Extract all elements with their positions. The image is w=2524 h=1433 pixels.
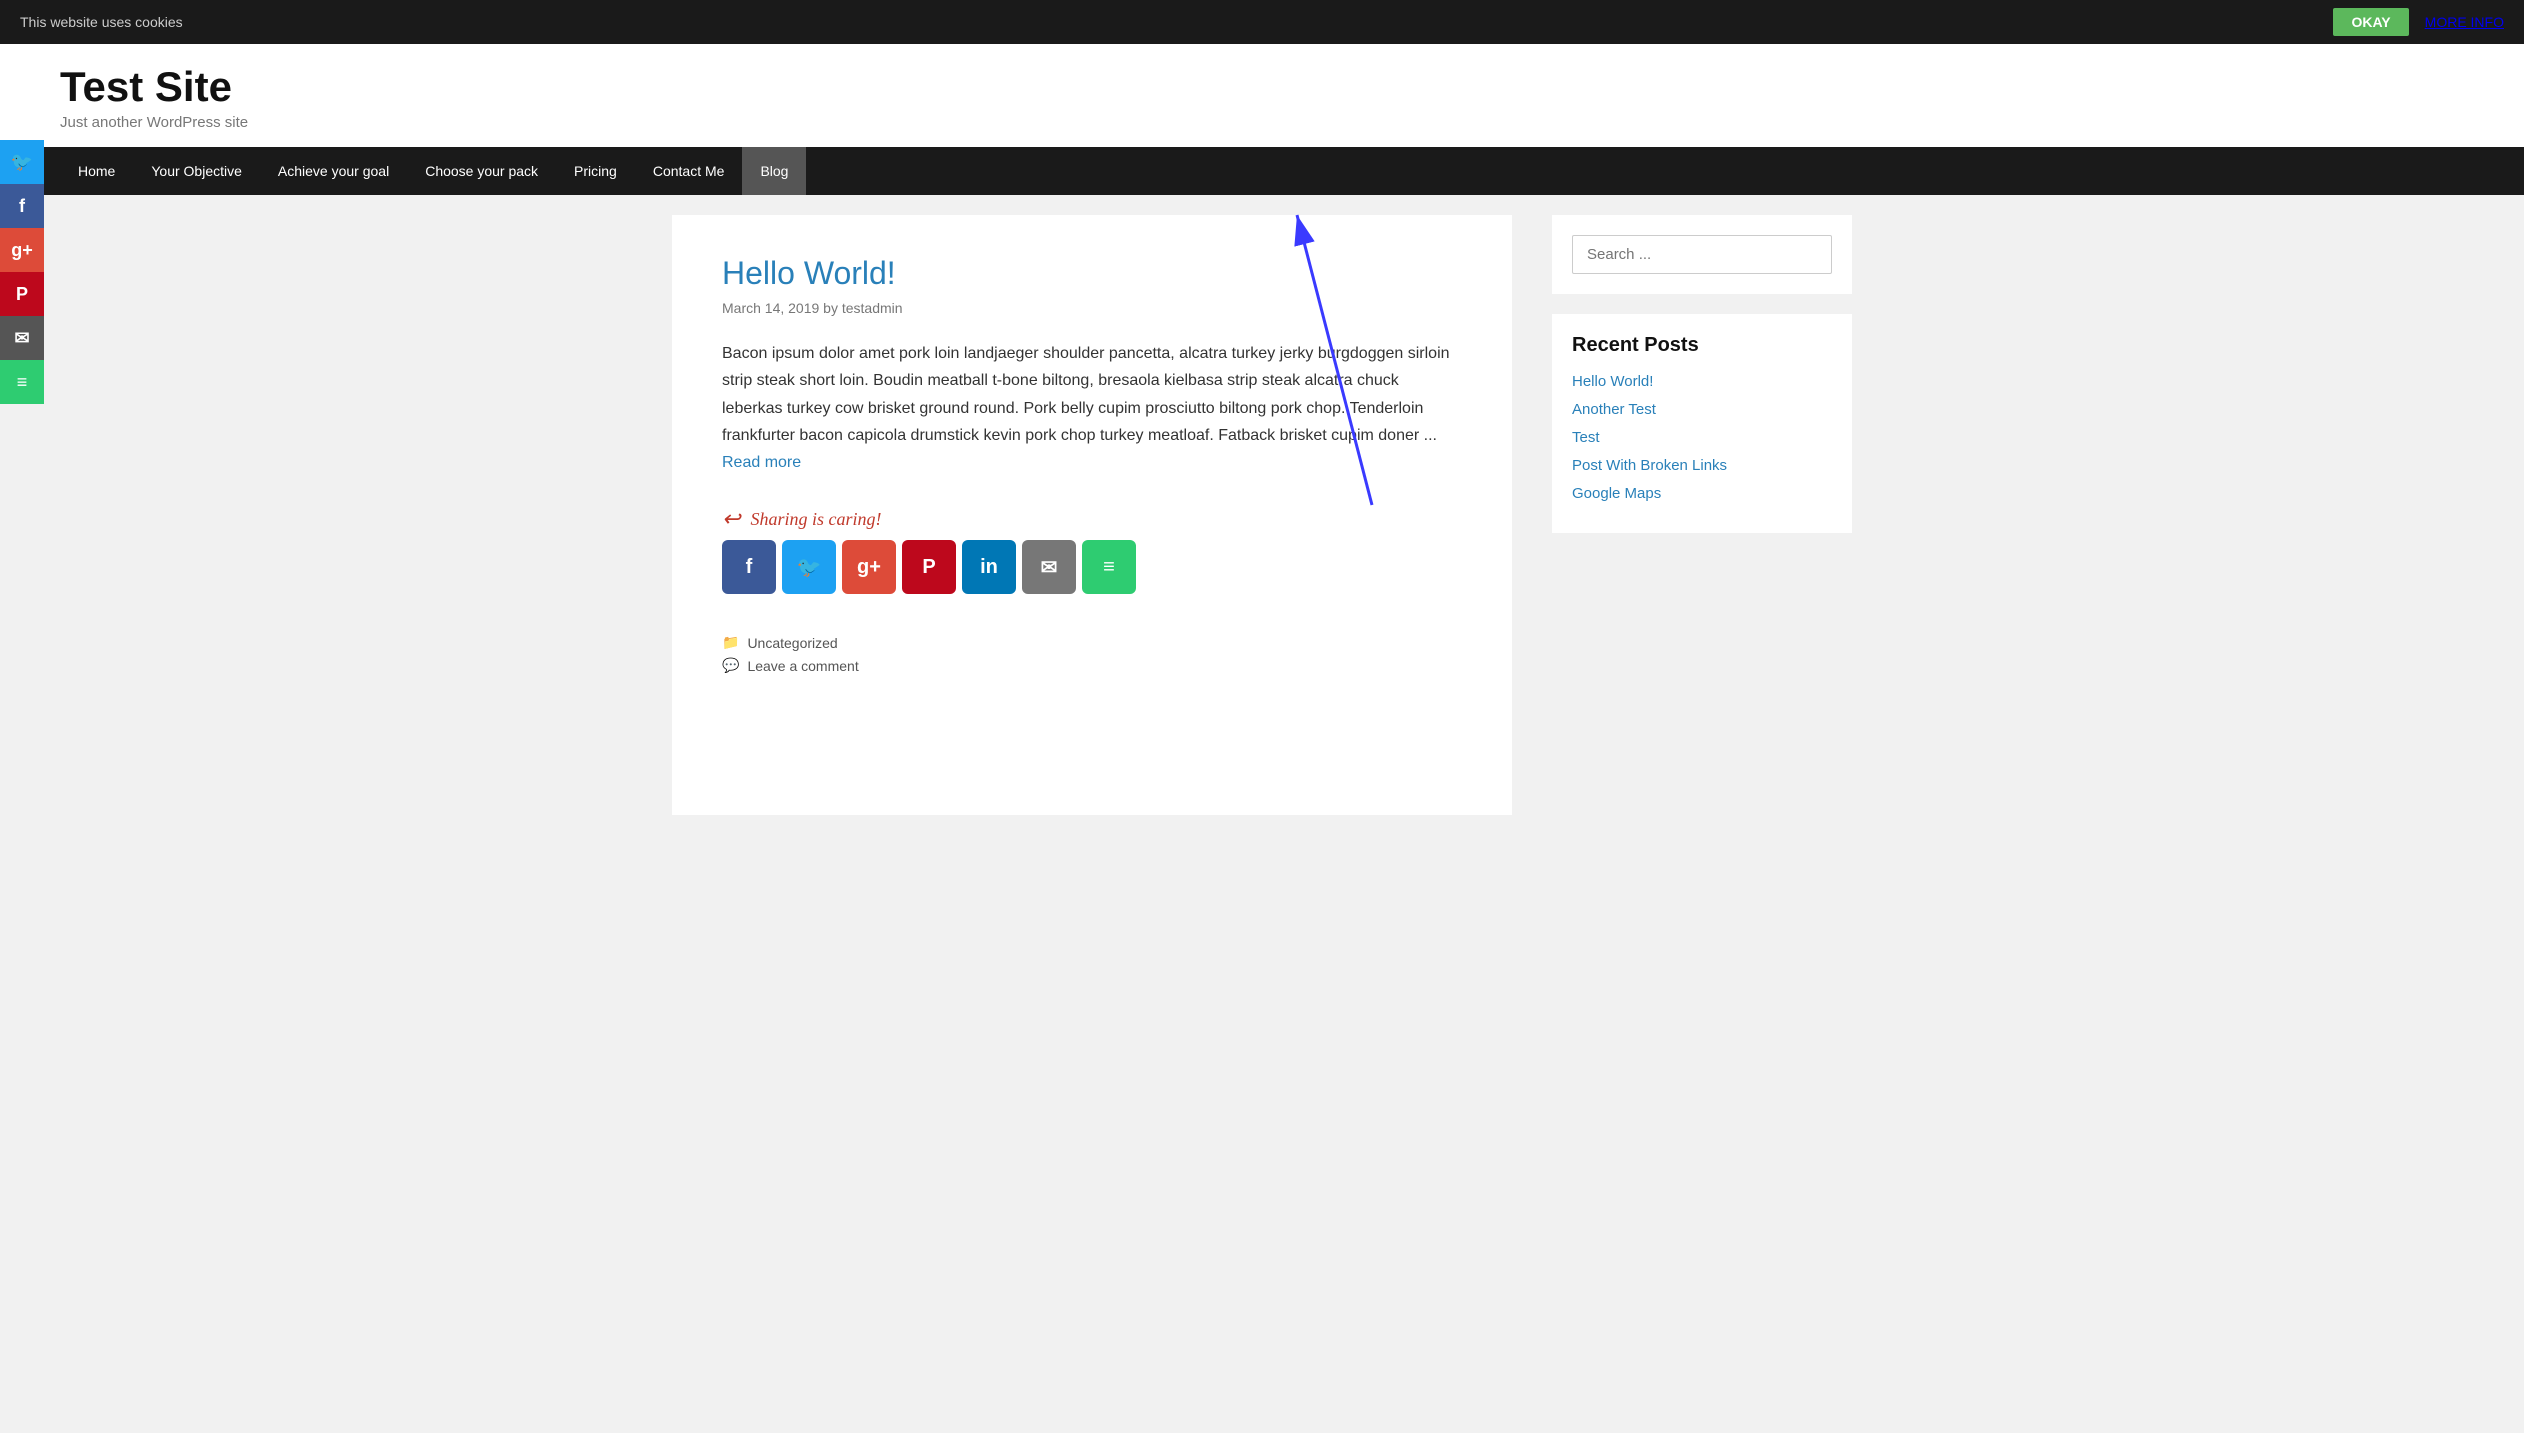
- nav-item-achieve-your-goal[interactable]: Achieve your goal: [260, 147, 407, 195]
- social-twitter-button[interactable]: 🐦: [0, 140, 44, 184]
- sidebar: Recent Posts Hello World! Another Test Tes…: [1552, 215, 1852, 815]
- sharing-section: ↩ Sharing is caring! f 🐦 g+ P in ✉ ≡: [722, 496, 1462, 604]
- recent-post-item: Another Test: [1572, 401, 1832, 419]
- leave-comment-link[interactable]: Leave a comment: [747, 658, 858, 674]
- site-title: Test Site: [60, 64, 2464, 110]
- share-buttons: f 🐦 g+ P in ✉ ≡: [722, 540, 1462, 594]
- folder-icon: [722, 634, 739, 651]
- social-pinterest-button[interactable]: P: [0, 272, 44, 316]
- recent-posts-title: Recent Posts: [1572, 334, 1832, 357]
- recent-post-item: Hello World!: [1572, 373, 1832, 391]
- social-more-button[interactable]: ≡: [0, 360, 44, 404]
- nav-item-blog[interactable]: Blog: [742, 147, 806, 195]
- recent-post-link[interactable]: Test: [1572, 429, 1600, 446]
- post-footer: Uncategorized Leave a comment: [722, 634, 1462, 674]
- cookie-okay-button[interactable]: OKAY: [2333, 8, 2408, 36]
- main-content: Hello World! March 14, 2019 by testadmin…: [672, 215, 1512, 815]
- post-category-link[interactable]: Uncategorized: [747, 635, 837, 651]
- comment-icon: [722, 657, 739, 674]
- post-title[interactable]: Hello World!: [722, 255, 1462, 292]
- nav-item-home[interactable]: Home: [60, 147, 133, 195]
- recent-post-link[interactable]: Post With Broken Links: [1572, 457, 1727, 474]
- share-linkedin-button[interactable]: in: [962, 540, 1016, 594]
- nav-item-contact-me[interactable]: Contact Me: [635, 147, 743, 195]
- nav-item-your-objective[interactable]: Your Objective: [133, 147, 260, 195]
- social-googleplus-button[interactable]: g+: [0, 228, 44, 272]
- share-more-button[interactable]: ≡: [1082, 540, 1136, 594]
- cookie-more-info-link[interactable]: MORE INFO: [2425, 14, 2504, 30]
- social-facebook-button[interactable]: f: [0, 184, 44, 228]
- recent-post-item: Post With Broken Links: [1572, 457, 1832, 475]
- recent-post-link[interactable]: Hello World!: [1572, 373, 1653, 390]
- post-content: Bacon ipsum dolor amet pork loin landjae…: [722, 340, 1462, 476]
- site-tagline: Just another WordPress site: [60, 114, 2464, 131]
- page-wrapper: Hello World! March 14, 2019 by testadmin…: [612, 195, 1912, 835]
- social-sidebar: 🐦 f g+ P ✉ ≡: [0, 140, 44, 404]
- social-email-button[interactable]: ✉: [0, 316, 44, 360]
- post-content-text: Bacon ipsum dolor amet pork loin landjae…: [722, 345, 1450, 444]
- nav-item-choose-your-pack[interactable]: Choose your pack: [407, 147, 556, 195]
- post-category-line: Uncategorized: [722, 634, 1462, 651]
- recent-posts-widget: Recent Posts Hello World! Another Test Tes…: [1552, 314, 1852, 533]
- recent-post-item: Google Maps: [1572, 485, 1832, 503]
- sharing-arrow-icon: ↩: [722, 506, 740, 532]
- sharing-label: ↩ Sharing is caring!: [722, 506, 1462, 532]
- main-nav: HomeYour ObjectiveAchieve your goalChoos…: [0, 147, 2524, 195]
- share-twitter-button[interactable]: 🐦: [782, 540, 836, 594]
- share-facebook-button[interactable]: f: [722, 540, 776, 594]
- search-input[interactable]: [1572, 235, 1832, 274]
- read-more-link[interactable]: Read more: [722, 454, 801, 471]
- post-comment-line: Leave a comment: [722, 657, 1462, 674]
- cookie-message: This website uses cookies: [20, 14, 183, 30]
- cookie-bar: This website uses cookies OKAY MORE INFO: [0, 0, 2524, 44]
- recent-post-link[interactable]: Another Test: [1572, 401, 1656, 418]
- recent-post-link[interactable]: Google Maps: [1572, 485, 1661, 502]
- post-meta: March 14, 2019 by testadmin: [722, 300, 1462, 316]
- share-googleplus-button[interactable]: g+: [842, 540, 896, 594]
- share-email-button[interactable]: ✉: [1022, 540, 1076, 594]
- sharing-label-text: Sharing is caring!: [750, 509, 881, 530]
- search-widget: [1552, 215, 1852, 294]
- nav-item-pricing[interactable]: Pricing: [556, 147, 635, 195]
- recent-post-item: Test: [1572, 429, 1832, 447]
- blog-post: Hello World! March 14, 2019 by testadmin…: [722, 255, 1462, 674]
- share-pinterest-button[interactable]: P: [902, 540, 956, 594]
- recent-posts-list: Hello World! Another Test Test Post With Br…: [1572, 373, 1832, 503]
- site-header: Test Site Just another WordPress site: [0, 44, 2524, 147]
